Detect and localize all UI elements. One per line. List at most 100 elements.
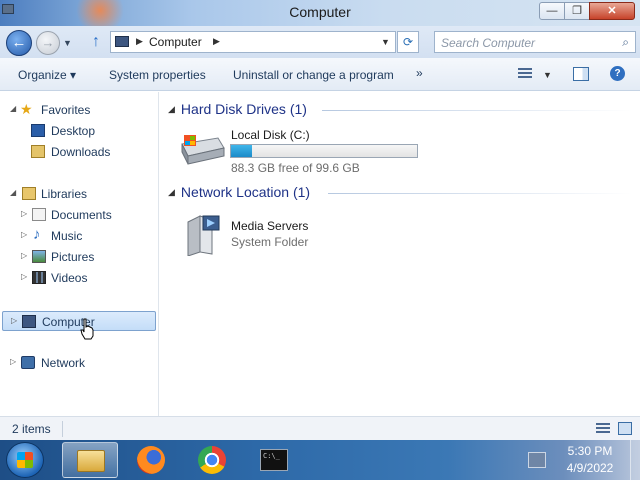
- sidebar-item-label: Desktop: [51, 124, 96, 138]
- forward-button[interactable]: →: [36, 31, 60, 55]
- windows-logo-icon: [17, 452, 33, 468]
- close-button[interactable]: ✕: [589, 2, 635, 20]
- search-icon[interactable]: ⌕: [622, 35, 629, 50]
- network-item-type: System Folder: [231, 235, 309, 249]
- sidebar-item-label: Libraries: [41, 187, 88, 201]
- folder-icon: [77, 450, 105, 472]
- search-input[interactable]: Search Computer ⌕: [434, 31, 636, 53]
- computer-icon: [22, 315, 36, 328]
- chevron-right-icon[interactable]: ▶: [136, 36, 143, 47]
- minimize-button[interactable]: —: [539, 2, 565, 20]
- chevron-right-icon[interactable]: ▶: [213, 36, 220, 47]
- start-button[interactable]: [6, 442, 44, 478]
- collapse-icon[interactable]: ◢: [168, 104, 175, 114]
- sidebar-item-downloads[interactable]: Downloads: [0, 142, 158, 162]
- system-properties-button[interactable]: System properties: [109, 68, 206, 82]
- expand-icon[interactable]: ▷: [11, 316, 17, 325]
- documents-icon: [32, 208, 46, 221]
- sidebar-item-label: Downloads: [51, 145, 111, 159]
- address-bar[interactable]: ▶ Computer ▶ ▼: [110, 31, 396, 53]
- details-view-icon[interactable]: [596, 423, 610, 435]
- sidebar-item-label: Documents: [51, 208, 112, 222]
- collapse-icon[interactable]: ◢: [168, 187, 175, 197]
- sidebar-item-label: Favorites: [41, 103, 91, 117]
- computer-icon: [115, 36, 129, 47]
- taskbar-chrome[interactable]: [185, 442, 241, 478]
- taskbar-explorer[interactable]: [62, 442, 118, 478]
- sidebar-item-music[interactable]: ▷ ♪ Music: [0, 226, 158, 246]
- expand-icon[interactable]: ▷: [21, 209, 27, 218]
- music-icon: ♪: [33, 226, 41, 243]
- breadcrumb-computer[interactable]: Computer: [149, 35, 202, 49]
- group-divider: [322, 110, 632, 111]
- status-divider: [62, 421, 63, 437]
- navigation-pane[interactable]: ◢ ★ Favorites Desktop Downloads ◢ Librar…: [0, 92, 159, 416]
- sidebar-item-documents[interactable]: ▷ Documents: [0, 205, 158, 225]
- organize-button[interactable]: Organize ▾: [18, 68, 76, 82]
- desktop-icon: [31, 124, 45, 137]
- network-tray-icon[interactable]: [528, 452, 546, 468]
- network-icon: [21, 356, 35, 369]
- collapse-icon[interactable]: ◢: [10, 104, 16, 113]
- hard-drive-icon: [181, 135, 225, 165]
- group-header-label: Network Location (1): [180, 184, 311, 200]
- uninstall-program-button[interactable]: Uninstall or change a program: [233, 68, 394, 82]
- drive-item-local-disk-c[interactable]: Local Disk (C:) 88.3 GB free of 99.6 GB: [174, 126, 444, 175]
- drive-usage-fill: [231, 145, 253, 157]
- group-header-hard-disk-drives[interactable]: ◢ Hard Disk Drives (1): [168, 101, 307, 117]
- sidebar-item-label: Network: [41, 356, 86, 370]
- recent-pages-dropdown[interactable]: ▼: [63, 38, 72, 48]
- large-icons-view-icon[interactable]: [618, 422, 632, 435]
- maximize-button[interactable]: ❐: [564, 2, 590, 20]
- firefox-icon: [137, 446, 165, 474]
- expand-icon[interactable]: ▷: [21, 272, 27, 281]
- chevron-down-icon[interactable]: ▼: [543, 70, 552, 80]
- address-row: ← → ▼ ↑ ▶ Computer ▶ ▼ ⟳ Search Computer…: [0, 26, 640, 58]
- clock-time[interactable]: 5:30 PM: [560, 444, 620, 458]
- collapse-icon[interactable]: ◢: [10, 188, 16, 197]
- group-divider: [328, 193, 632, 194]
- videos-icon: [32, 271, 46, 284]
- more-commands-button[interactable]: »: [416, 66, 423, 80]
- taskbar: C:\_ 5:30 PM 4/9/2022: [0, 440, 640, 480]
- sidebar-item-label: Videos: [51, 271, 88, 285]
- sidebar-item-videos[interactable]: ▷ Videos: [0, 268, 158, 288]
- preview-pane-icon[interactable]: [573, 67, 589, 81]
- sidebar-item-computer[interactable]: ▷ Computer: [2, 311, 156, 331]
- command-prompt-icon: C:\_: [260, 449, 288, 471]
- help-icon[interactable]: ?: [610, 66, 625, 81]
- sidebar-item-pictures[interactable]: ▷ Pictures: [0, 247, 158, 267]
- change-view-icon[interactable]: [518, 68, 532, 80]
- drive-name: Local Disk (C:): [231, 128, 310, 142]
- media-server-icon: [187, 215, 220, 256]
- expand-icon[interactable]: ▷: [21, 230, 27, 239]
- taskbar-firefox[interactable]: [124, 442, 180, 478]
- sidebar-item-libraries[interactable]: ◢ Libraries: [0, 184, 158, 204]
- sidebar-item-label: Pictures: [51, 250, 95, 264]
- refresh-button[interactable]: ⟳: [397, 31, 419, 53]
- taskbar-command-prompt[interactable]: C:\_: [246, 442, 302, 478]
- item-count: 2 items: [12, 422, 51, 436]
- clock-date[interactable]: 4/9/2022: [560, 461, 620, 475]
- expand-icon[interactable]: ▷: [21, 251, 27, 260]
- sidebar-item-desktop[interactable]: Desktop: [0, 121, 158, 141]
- status-bar: 2 items: [0, 416, 640, 440]
- up-button[interactable]: ↑: [86, 32, 106, 52]
- show-desktop-button[interactable]: [630, 440, 640, 480]
- network-item-name: Media Servers: [231, 219, 309, 233]
- chevron-down-icon[interactable]: ▼: [381, 37, 390, 47]
- sidebar-item-network[interactable]: ▷ Network: [0, 353, 158, 373]
- sidebar-item-favorites[interactable]: ◢ ★ Favorites: [0, 100, 158, 120]
- back-button[interactable]: ←: [6, 30, 32, 56]
- command-bar: Organize ▾ System properties Uninstall o…: [0, 58, 640, 91]
- content-pane[interactable]: ◢ Hard Disk Drives (1) Local Disk (C:) 88…: [160, 92, 640, 416]
- drive-free-space: 88.3 GB free of 99.6 GB: [231, 161, 360, 175]
- title-bar[interactable]: Computer — ❐ ✕: [0, 0, 640, 26]
- downloads-folder-icon: [31, 145, 45, 158]
- network-item-media-servers[interactable]: Media Servers System Folder: [174, 210, 374, 258]
- group-header-network-location[interactable]: ◢ Network Location (1): [168, 184, 310, 200]
- pictures-icon: [32, 250, 46, 263]
- expand-icon[interactable]: ▷: [10, 357, 16, 366]
- libraries-icon: [22, 187, 36, 200]
- hand-cursor-icon: [80, 318, 94, 340]
